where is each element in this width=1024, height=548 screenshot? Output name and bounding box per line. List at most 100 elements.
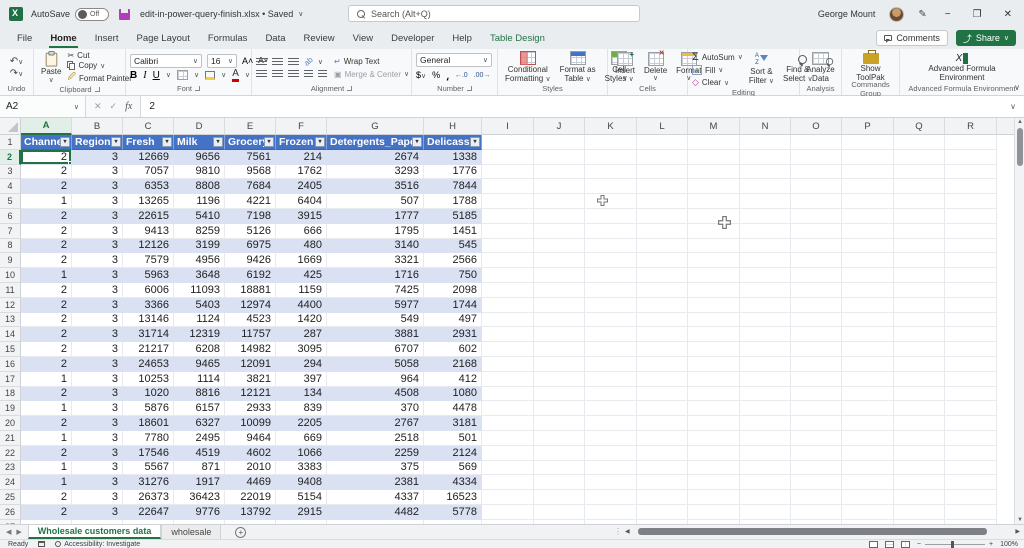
cell-F20[interactable]: 2205 — [276, 416, 327, 431]
cell-J20[interactable] — [534, 416, 585, 431]
cell-A25[interactable]: 2 — [21, 490, 72, 505]
align-top-icon[interactable] — [256, 58, 267, 66]
sheet-nav-right-icon[interactable]: ▶ — [16, 528, 21, 536]
dialog-launcher-icon[interactable] — [195, 86, 200, 91]
cell-A18[interactable]: 2 — [21, 387, 72, 402]
cell-R23[interactable] — [945, 461, 997, 476]
column-header-K[interactable]: K — [585, 118, 637, 135]
cell-C10[interactable]: 5963 — [123, 268, 174, 283]
cell-Q19[interactable] — [894, 401, 945, 416]
cell-E16[interactable]: 12091 — [225, 357, 276, 372]
cell-G17[interactable]: 964 — [327, 372, 424, 387]
zoom-slider-thumb[interactable] — [951, 541, 954, 548]
cell-B11[interactable]: 3 — [72, 283, 123, 298]
merge-center-button[interactable]: ▣Merge & Center ∨ — [334, 70, 409, 79]
ribbon-tab-help[interactable]: Help — [443, 30, 481, 48]
cell-D18[interactable]: 8816 — [174, 387, 225, 402]
cell-E5[interactable]: 4221 — [225, 194, 276, 209]
row-header-24[interactable]: 24 — [0, 475, 21, 490]
cell-I8[interactable] — [482, 239, 534, 254]
cell-Q10[interactable] — [894, 268, 945, 283]
cell-I11[interactable] — [482, 283, 534, 298]
cell-L4[interactable] — [637, 179, 688, 194]
cell-R12[interactable] — [945, 298, 997, 313]
cell-Q14[interactable] — [894, 327, 945, 342]
cell-P22[interactable] — [842, 446, 894, 461]
increase-decimal-icon[interactable]: ←.0 — [455, 72, 468, 79]
insert-cells-button[interactable]: Insert∨ — [612, 52, 638, 83]
cell-K1[interactable] — [585, 135, 637, 150]
cell-M19[interactable] — [688, 401, 740, 416]
column-header-I[interactable]: I — [482, 118, 534, 135]
cell-D26[interactable]: 9776 — [174, 505, 225, 520]
cell-K21[interactable] — [585, 431, 637, 446]
cell-F22[interactable]: 1066 — [276, 446, 327, 461]
cell-G25[interactable]: 4337 — [327, 490, 424, 505]
cell-B7[interactable]: 3 — [72, 224, 123, 239]
cell-M17[interactable] — [688, 372, 740, 387]
cell-H7[interactable]: 1451 — [424, 224, 482, 239]
cell-O13[interactable] — [791, 313, 842, 328]
cell-D5[interactable]: 1196 — [174, 194, 225, 209]
cell-I1[interactable] — [482, 135, 534, 150]
ribbon-tab-formulas[interactable]: Formulas — [199, 30, 257, 48]
cell-N13[interactable] — [740, 313, 791, 328]
cell-O17[interactable] — [791, 372, 842, 387]
cell-L1[interactable] — [637, 135, 688, 150]
cell-J21[interactable] — [534, 431, 585, 446]
cell-D6[interactable]: 5410 — [174, 209, 225, 224]
cell-B23[interactable]: 3 — [72, 461, 123, 476]
cell-D11[interactable]: 11093 — [174, 283, 225, 298]
cell-M23[interactable] — [688, 461, 740, 476]
cell-K11[interactable] — [585, 283, 637, 298]
cell-J1[interactable] — [534, 135, 585, 150]
cell-R5[interactable] — [945, 194, 997, 209]
cell-G8[interactable]: 3140 — [327, 239, 424, 254]
cell-K26[interactable] — [585, 505, 637, 520]
align-left-icon[interactable] — [256, 70, 267, 78]
row-header-8[interactable]: 8 — [0, 239, 21, 254]
column-header-A[interactable]: A — [21, 118, 72, 135]
accounting-format-button[interactable]: $∨ — [416, 70, 426, 80]
ribbon-tab-view[interactable]: View — [344, 30, 382, 48]
cell-M26[interactable] — [688, 505, 740, 520]
cell-G10[interactable]: 1716 — [327, 268, 424, 283]
cell-M21[interactable] — [688, 431, 740, 446]
dialog-launcher-icon[interactable] — [347, 86, 352, 91]
cell-I3[interactable] — [482, 165, 534, 180]
cell-F24[interactable]: 9408 — [276, 475, 327, 490]
row-header-22[interactable]: 22 — [0, 446, 21, 461]
cell-G13[interactable]: 549 — [327, 313, 424, 328]
cell-E8[interactable]: 6975 — [225, 239, 276, 254]
cell-P21[interactable] — [842, 431, 894, 446]
zoom-level[interactable]: 100% — [1000, 541, 1018, 548]
cell-B16[interactable]: 3 — [72, 357, 123, 372]
cell-R19[interactable] — [945, 401, 997, 416]
expand-formula-bar-icon[interactable]: ∨ — [1002, 96, 1024, 117]
formula-input[interactable]: 2 — [141, 96, 1002, 117]
cell-B5[interactable]: 3 — [72, 194, 123, 209]
cell-N2[interactable] — [740, 150, 791, 165]
cell-N25[interactable] — [740, 490, 791, 505]
copy-button[interactable]: Copy ∨ — [67, 61, 131, 70]
cell-J17[interactable] — [534, 372, 585, 387]
cell-R4[interactable] — [945, 179, 997, 194]
cell-A5[interactable]: 1 — [21, 194, 72, 209]
column-header-F[interactable]: F — [276, 118, 327, 135]
cell-F8[interactable]: 480 — [276, 239, 327, 254]
cell-I25[interactable] — [482, 490, 534, 505]
row-header-7[interactable]: 7 — [0, 224, 21, 239]
cell-M14[interactable] — [688, 327, 740, 342]
table-header-Frozen[interactable]: Frozen▾ — [276, 135, 327, 150]
restore-button[interactable]: ❐ — [969, 9, 986, 20]
cell-D14[interactable]: 12319 — [174, 327, 225, 342]
cell-H15[interactable]: 602 — [424, 342, 482, 357]
document-title[interactable]: edit-in-power-query-finish.xlsx • Saved … — [140, 9, 303, 19]
cell-C22[interactable]: 17546 — [123, 446, 174, 461]
cell-I24[interactable] — [482, 475, 534, 490]
cell-A12[interactable]: 2 — [21, 298, 72, 313]
cell-C16[interactable]: 24653 — [123, 357, 174, 372]
cell-Q5[interactable] — [894, 194, 945, 209]
cell-M6[interactable] — [688, 209, 740, 224]
cell-B19[interactable]: 3 — [72, 401, 123, 416]
